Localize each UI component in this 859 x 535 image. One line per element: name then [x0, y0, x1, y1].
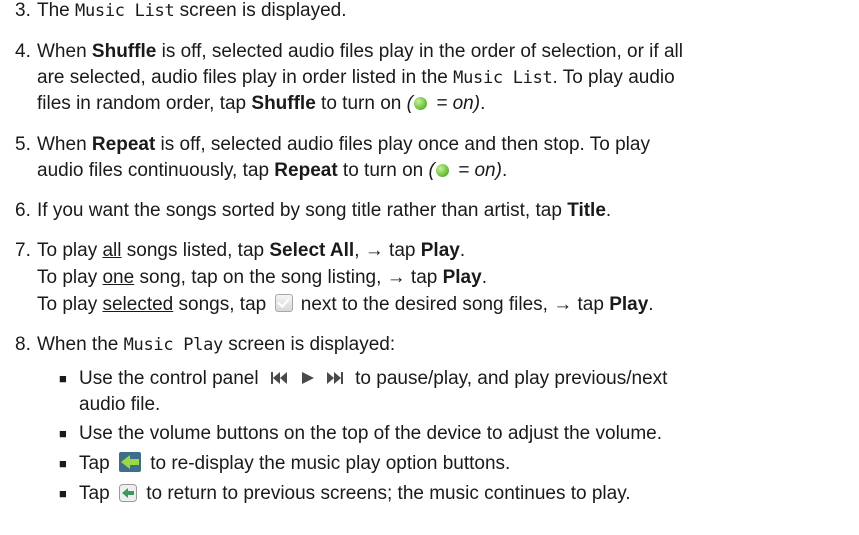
repeat-label: Repeat: [91, 134, 156, 155]
return-arrow-icon: [118, 484, 137, 509]
step-number: 3.: [15, 0, 31, 21]
step-5-line-2: audio files continuously, tap Repeat to …: [37, 160, 508, 181]
step-4-line-2: are selected, audio files play in order …: [37, 67, 675, 88]
prev-play-next-icon: [268, 369, 347, 394]
bullet-marker: ■: [59, 456, 67, 471]
bullet-marker: ■: [59, 371, 67, 386]
step-number: 4.: [15, 41, 31, 62]
bullet-continuation: audio file.: [79, 394, 161, 415]
repeat-label: Repeat: [274, 160, 338, 181]
play-label: Play: [609, 294, 649, 315]
step-number: 6.: [15, 200, 31, 221]
bullet-marker: ■: [59, 426, 67, 441]
step-7-line-2: To play one song, tap on the song listin…: [37, 267, 487, 288]
step-3-text: The Music List screen is displayed.: [37, 0, 347, 21]
screen-name: Music List: [453, 68, 553, 88]
shuffle-label: Shuffle: [91, 41, 157, 62]
green-back-arrow-icon: [118, 452, 141, 479]
screen-name: Music List: [75, 1, 175, 21]
step-number: 5.: [15, 134, 31, 155]
play-label: Play: [442, 267, 482, 288]
select-all-label: Select All: [269, 240, 355, 261]
bullet-marker: ■: [59, 486, 67, 501]
shuffle-label: Shuffle: [251, 93, 316, 114]
screen-name: Music Play: [123, 335, 224, 355]
green-dot-icon: [435, 164, 449, 177]
step-7-line-3: To play selected songs, tap next to the …: [37, 294, 654, 315]
title-label: Title: [567, 200, 606, 221]
step-4-line-3: files in random order, tap Shuffle to tu…: [37, 93, 486, 114]
checkbox-icon: [274, 294, 293, 312]
step-number: 8.: [15, 334, 31, 355]
green-dot-icon: [413, 97, 427, 110]
play-label: Play: [420, 240, 460, 261]
step-number: 7.: [15, 240, 31, 261]
